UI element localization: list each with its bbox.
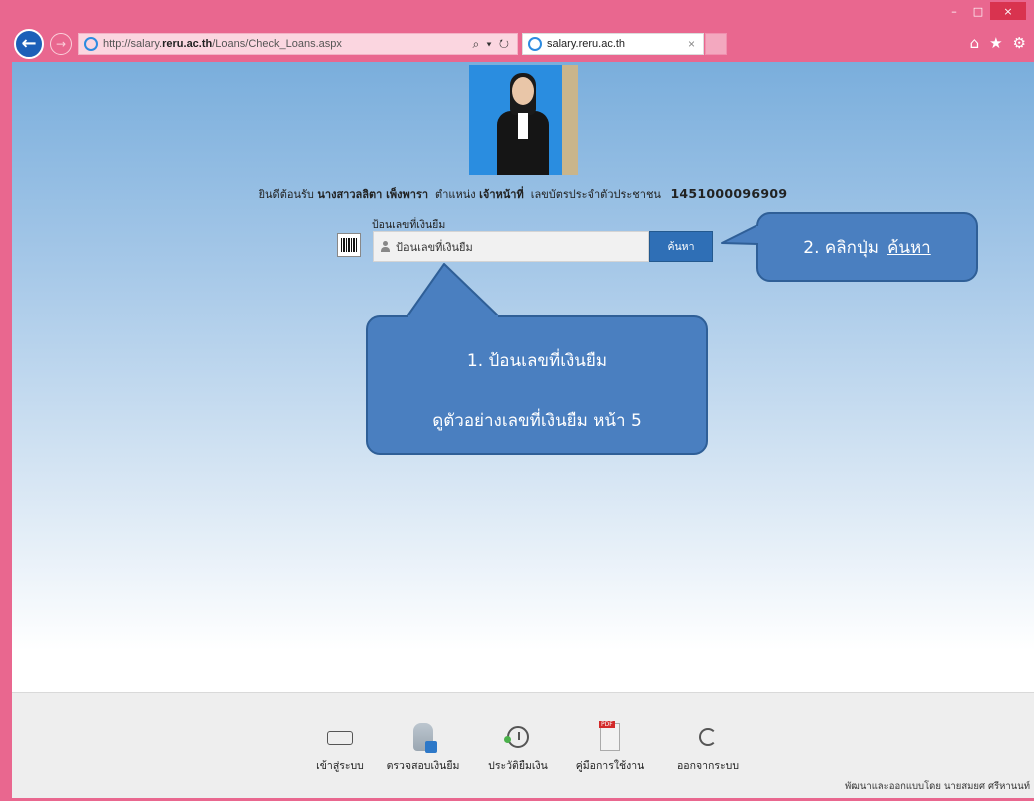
forward-arrow-icon: → <box>55 37 67 51</box>
tab-title: salary.reru.ac.th <box>547 38 626 50</box>
page-viewport: ยินดีต้อนรับ นางสาวลลิตา เพ็งพารา ตำแหน่… <box>12 62 1034 798</box>
callout-seam <box>408 315 498 319</box>
settings-gear-icon[interactable]: ⚙ <box>1013 34 1026 52</box>
database-search-icon <box>413 723 437 753</box>
callout-step-1-line-2: ดูตัวอย่างเลขที่เงินยืม หน้า 5 <box>432 411 642 431</box>
menu-logout[interactable]: ออกจากระบบ <box>663 723 753 774</box>
developer-credit: พัฒนาและออกแบบโดย นายสมยศ ศรีหานนท์ <box>845 781 1030 792</box>
menu-loan-history-label: ประวัติยืมเงิน <box>488 760 548 772</box>
footer-menu-bar: เข้าสู่ระบบ ตรวจสอบเงินยืม ประวัติยืมเงิ… <box>12 692 1034 798</box>
favorites-star-icon[interactable]: ★ <box>989 34 1002 52</box>
callout-step-2-text: 2. คลิกปุ่ม <box>803 237 879 258</box>
new-tab-button[interactable] <box>705 33 727 55</box>
menu-logout-label: ออกจากระบบ <box>677 760 739 772</box>
history-clock-icon <box>504 726 529 748</box>
ie-logo-icon <box>528 37 542 51</box>
minimize-button[interactable]: – <box>942 2 966 20</box>
window-controls: – □ × <box>942 2 1026 20</box>
browser-chrome: – □ × ← → http://salary.reru.ac.th/Loans… <box>0 0 1034 62</box>
logout-icon <box>699 728 717 746</box>
menu-user-manual[interactable]: คู่มือการใช้งาน <box>565 721 655 774</box>
menu-login[interactable]: เข้าสู่ระบบ <box>295 723 385 774</box>
address-bar[interactable]: http://salary.reru.ac.th/Loans/Check_Loa… <box>78 33 518 55</box>
callout-step-1: 1. ป้อนเลขที่เงินยืม ดูตัวอย่างเลขที่เงิ… <box>366 315 708 455</box>
browser-toolbar-right: ⌂ ★ ⚙ <box>970 34 1026 52</box>
menu-check-loans[interactable]: ตรวจสอบเงินยืม <box>378 723 468 774</box>
menu-login-label: เข้าสู่ระบบ <box>316 760 364 772</box>
callout-seam <box>756 226 760 243</box>
pdf-manual-icon <box>599 721 620 751</box>
menu-user-manual-label: คู่มือการใช้งาน <box>575 760 645 772</box>
close-window-button[interactable]: × <box>990 2 1026 20</box>
search-refresh-icon[interactable]: ⌕ ▾ ↻ <box>472 37 517 52</box>
address-url[interactable]: http://salary.reru.ac.th/Loans/Check_Loa… <box>103 38 472 50</box>
browser-tab[interactable]: salary.reru.ac.th × <box>522 33 704 55</box>
callout-step-1-line-1: 1. ป้อนเลขที่เงินยืม <box>466 351 608 371</box>
back-arrow-icon: ← <box>21 33 37 54</box>
back-button[interactable]: ← <box>14 29 44 59</box>
menu-loan-history[interactable]: ประวัติยืมเงิน <box>473 723 563 774</box>
menu-check-loans-label: ตรวจสอบเงินยืม <box>386 760 460 772</box>
callout-step-2: 2. คลิกปุ่ม ค้นหา <box>756 212 978 282</box>
tab-close-icon[interactable]: × <box>688 37 703 51</box>
maximize-button[interactable]: □ <box>966 2 990 20</box>
login-icon <box>327 731 353 745</box>
home-icon[interactable]: ⌂ <box>970 34 980 52</box>
forward-button[interactable]: → <box>50 33 72 55</box>
ie-logo-icon <box>84 37 98 51</box>
callout-step-2-link: ค้นหา <box>886 237 931 258</box>
